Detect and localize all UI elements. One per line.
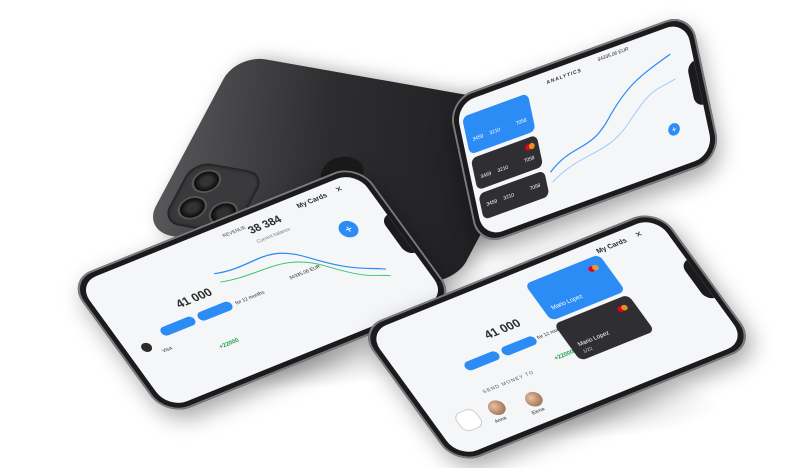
action-button-2[interactable]: [499, 334, 539, 357]
revenue-label: REVENUE: [221, 225, 248, 240]
card-number-part: 7058: [523, 154, 536, 165]
card-owner: Mario Lopez: [576, 330, 612, 348]
avatar: [138, 341, 155, 354]
send-money-label: SEND MONEY TO: [481, 369, 536, 396]
action-button-1[interactable]: [158, 315, 198, 338]
amount-value: 41 000: [481, 316, 524, 342]
mastercard-icon: [525, 142, 536, 151]
phone-notch: [679, 259, 717, 302]
landscape-screen: ANALYTICS 34335.06 EUR 3459 3210 7058 34…: [455, 20, 714, 239]
camera-lens-icon: [186, 167, 227, 196]
close-icon[interactable]: ✕: [633, 229, 645, 239]
back-arrow-icon[interactable]: ✕: [333, 184, 345, 194]
visa-label: Visa: [161, 345, 174, 355]
change-value: +22000: [218, 337, 241, 351]
camera-lens-icon: [172, 193, 212, 222]
analytics-line-chart: [550, 53, 676, 183]
add-contact-button[interactable]: [451, 406, 486, 434]
change-value: +22000: [553, 349, 576, 362]
mastercard-icon: [587, 264, 600, 273]
card-number-part: 7058: [515, 117, 528, 128]
phone-notch: [686, 59, 706, 108]
contact-name: Elena: [530, 406, 547, 417]
card-number-part: 3210: [497, 164, 509, 175]
card-number-part: 3210: [489, 126, 501, 137]
card-number-part: 3459: [472, 133, 484, 143]
screen-title: My Cards: [595, 237, 629, 256]
card-number-part: 7058: [529, 182, 541, 193]
card-expiry: 1/22: [581, 345, 595, 355]
device-mockup-scene: ANALYTICS 34335.06 EUR 3459 3210 7058 34…: [0, 0, 800, 468]
phone-landscape: ANALYTICS 34335.06 EUR 3459 3210 7058 34…: [447, 11, 722, 248]
card-number-part: 3210: [502, 192, 515, 202]
revenue-line-chart: [213, 252, 391, 283]
contact-avatar[interactable]: [484, 398, 510, 418]
card-number-part: 3459: [486, 198, 498, 208]
contact-name: Anna: [493, 415, 509, 425]
action-button-2[interactable]: [195, 300, 235, 323]
card-number-part: 3459: [480, 170, 492, 181]
action-button-1[interactable]: [462, 349, 502, 372]
mastercard-icon: [616, 304, 629, 313]
card-owner: Mario Lopez: [550, 293, 585, 312]
